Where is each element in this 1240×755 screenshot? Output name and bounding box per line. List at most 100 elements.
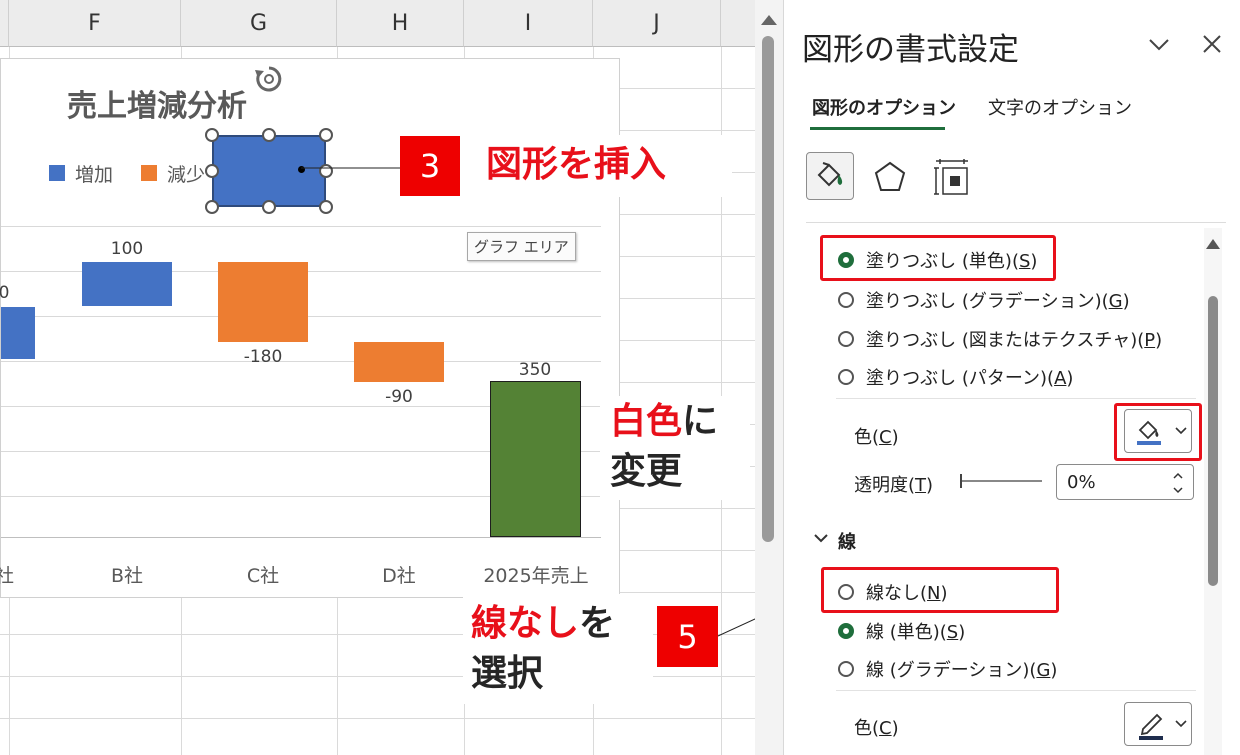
resize-handle-sw[interactable] [205, 200, 219, 214]
step-5-label-box: 線なしを 選択 [463, 594, 653, 704]
line-color-label: 色(C) [854, 718, 899, 739]
line-gradient-option[interactable]: 線 (グラデーション)(G) [838, 656, 1057, 682]
step-5-badge: 5 [657, 606, 718, 667]
scroll-up-arrow-icon[interactable] [760, 14, 778, 26]
column-header-label: G [249, 10, 268, 36]
fill-gradient-option[interactable]: 塗りつぶし (グラデーション)(G) [838, 287, 1130, 313]
line-solid-option[interactable]: 線 (単色)(S) [838, 618, 965, 644]
resize-handle-w[interactable] [205, 164, 219, 178]
legend-label-decrease[interactable]: 減少 [167, 160, 205, 187]
line-color-picker[interactable] [1124, 702, 1192, 746]
bar-d-decrease[interactable] [354, 342, 444, 382]
bar-partial-increase[interactable] [1, 307, 35, 359]
column-header-j[interactable]: J [593, 0, 721, 47]
fill-color-label: 色(C) [854, 427, 899, 448]
pane-scroll-thumb[interactable] [1208, 296, 1218, 586]
column-header-i[interactable]: I [464, 0, 593, 47]
column-header-k[interactable] [721, 0, 755, 47]
transparency-slider-track[interactable] [962, 480, 1042, 482]
resize-handle-se[interactable] [319, 200, 333, 214]
label-text: 透明度( [854, 475, 916, 496]
option-key: P [1144, 330, 1156, 351]
line-section-header[interactable]: 線 [838, 528, 856, 554]
category-label-d: D社 [382, 565, 416, 587]
column-header-e[interactable] [0, 0, 9, 47]
transparency-label: 透明度(T) [854, 475, 934, 496]
chevron-down-icon[interactable] [1147, 36, 1171, 52]
data-label-total: 350 [518, 360, 552, 380]
transparency-spin-input[interactable]: 0% [1056, 464, 1194, 500]
data-label-d: -90 [385, 387, 413, 407]
tab-shape-options[interactable]: 図形のオプション [812, 94, 956, 120]
size-properties-icon[interactable] [934, 158, 970, 196]
grid-line [0, 718, 755, 719]
step-3-label-box: 図形を挿入 [470, 135, 732, 197]
label-key: C [879, 427, 892, 448]
radio-selected[interactable] [838, 623, 854, 639]
option-text: 塗りつぶし (グラデーション)( [866, 291, 1109, 312]
pen-color-icon [1139, 713, 1163, 740]
step-3-badge: 3 [400, 136, 460, 196]
column-header-g[interactable]: G [181, 0, 337, 47]
resize-handle-nw[interactable] [205, 128, 219, 142]
step-4-label-box: 白色に 変更 [600, 396, 750, 500]
highlight-fill-solid [820, 235, 1056, 281]
pane-divider [836, 690, 1196, 691]
option-key: S [946, 622, 959, 643]
step-5-label-red: 線なし [471, 603, 580, 644]
resize-handle-s[interactable] [262, 200, 276, 214]
rotate-handle-icon[interactable] [252, 62, 286, 96]
radio-unselected[interactable] [838, 369, 854, 385]
fill-gradient-label: 塗りつぶし (グラデーション)(G) [866, 291, 1130, 312]
inserted-rectangle-shape[interactable] [212, 135, 326, 207]
step-5-label-line1: 線なしを [471, 598, 616, 650]
column-header-h[interactable]: H [337, 0, 464, 47]
chart-title[interactable]: 売上増減分析 [67, 81, 247, 125]
section-collapse-chevron-icon[interactable] [814, 533, 828, 543]
pane-title: 図形の書式設定 [802, 32, 1019, 68]
resize-handle-n[interactable] [262, 128, 276, 142]
option-key: G [1108, 291, 1123, 312]
label-key: C [879, 718, 892, 739]
step-5-label-line2: 選択 [471, 648, 544, 700]
chevron-down-icon [1175, 720, 1187, 728]
resize-handle-ne[interactable] [319, 128, 333, 142]
data-label-b: 100 [110, 239, 144, 259]
option-text: 塗りつぶし (図またはテクスチャ)( [866, 330, 1145, 351]
legend-label-increase[interactable]: 増加 [75, 160, 113, 187]
label-key: T [915, 475, 927, 496]
highlight-color-picker [1114, 403, 1202, 461]
fill-picture-option[interactable]: 塗りつぶし (図またはテクスチャ)(P) [838, 326, 1162, 352]
radio-unselected[interactable] [838, 661, 854, 677]
chart-area-tooltip: グラフ エリア [467, 232, 576, 261]
sheet-scroll-thumb[interactable] [762, 36, 774, 542]
step-4-label-dark: に [682, 401, 719, 442]
category-label-c: C社 [246, 565, 280, 587]
label-text: 色( [854, 718, 880, 739]
option-key: A [1054, 368, 1067, 389]
pane-scroll-up-icon[interactable] [1205, 238, 1221, 250]
spin-arrows-icon[interactable] [1171, 469, 1185, 497]
column-header-f[interactable]: F [9, 0, 181, 47]
resize-handle-e[interactable] [319, 164, 333, 178]
format-shape-pane: 図形の書式設定 図形のオプション 文字のオプション 塗りつぶし (単色)(S) … [783, 0, 1240, 755]
radio-unselected[interactable] [838, 292, 854, 308]
bar-b-increase[interactable] [82, 262, 172, 306]
step-5-label-dark: を [579, 603, 616, 644]
column-header-label: J [653, 10, 660, 36]
column-header-label: I [524, 10, 532, 36]
fill-pattern-option[interactable]: 塗りつぶし (パターン)(A) [838, 364, 1073, 390]
category-label-total: 2025年売上 [483, 565, 589, 587]
bar-c-decrease[interactable] [218, 262, 308, 342]
tab-text-options[interactable]: 文字のオプション [988, 94, 1132, 120]
bar-total[interactable] [490, 381, 581, 537]
chart-gridline [1, 226, 601, 227]
line-solid-label: 線 (単色)(S) [866, 622, 966, 643]
line-gradient-label: 線 (グラデーション)(G) [866, 660, 1058, 681]
legend-swatch-decrease [141, 165, 157, 181]
close-icon[interactable] [1202, 34, 1222, 54]
fill-pattern-label: 塗りつぶし (パターン)(A) [866, 368, 1074, 389]
pentagon-effects-icon[interactable] [872, 160, 908, 194]
fill-line-category-button[interactable] [806, 152, 854, 200]
radio-unselected[interactable] [838, 331, 854, 347]
